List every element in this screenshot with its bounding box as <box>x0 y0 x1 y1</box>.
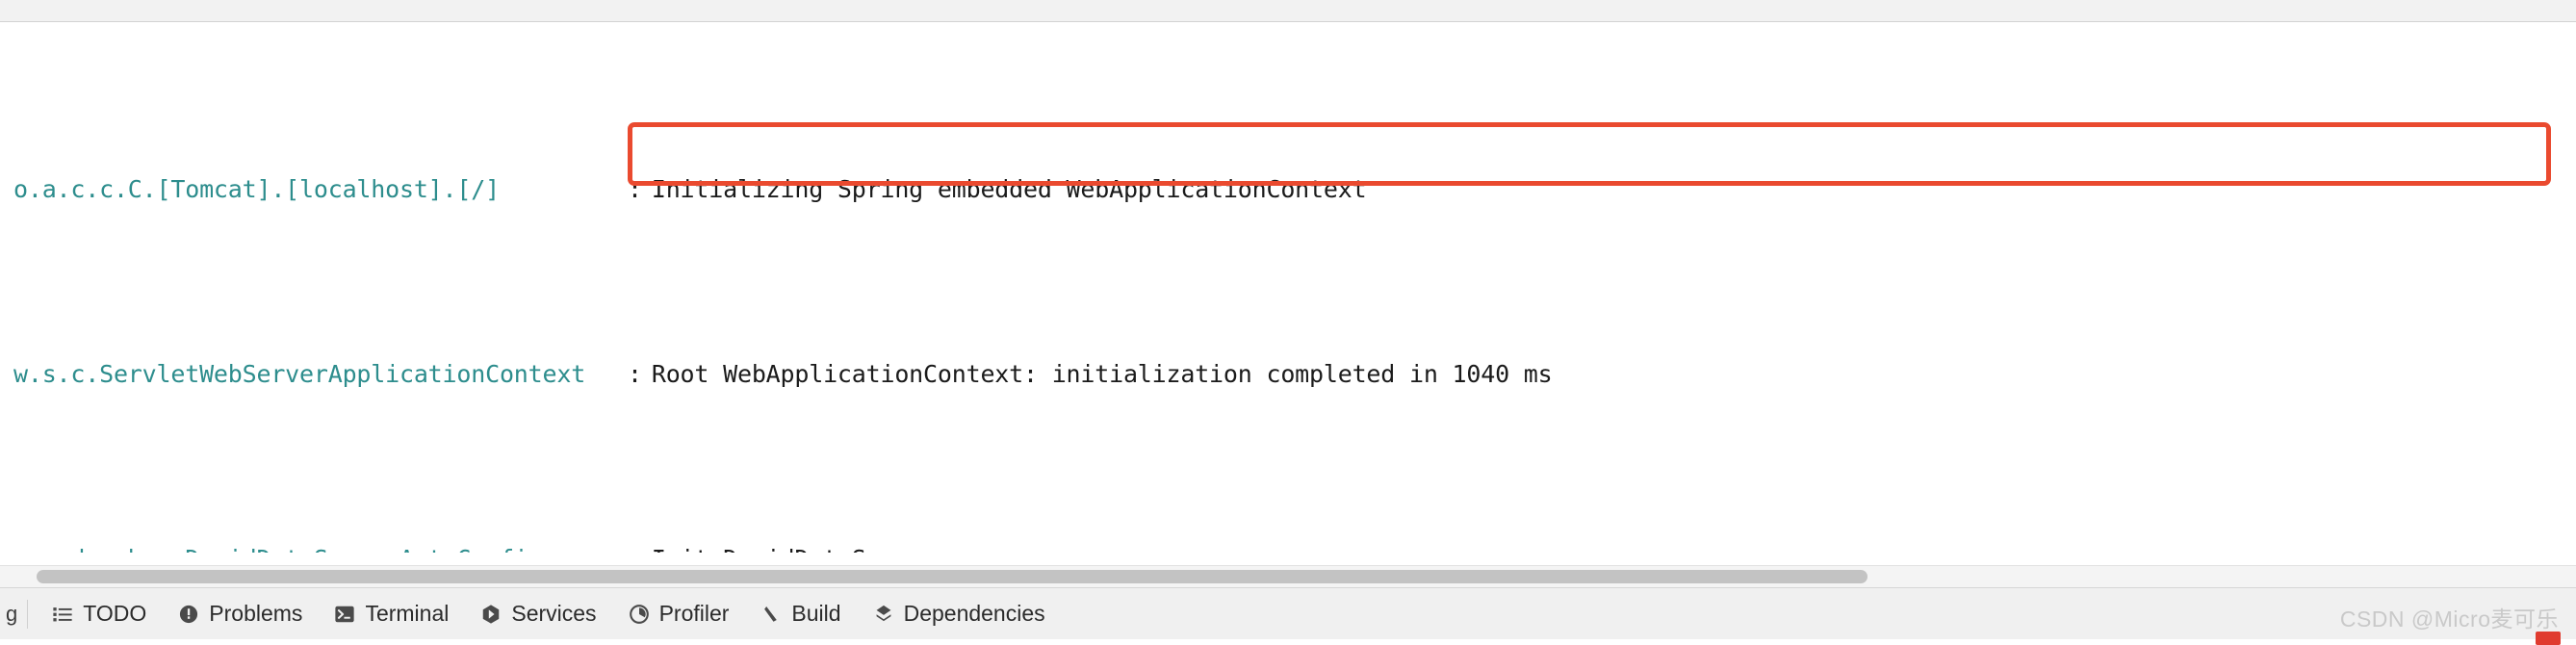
console-bottom-clip <box>0 553 2576 565</box>
watermark-text: CSDN @Micro麦可乐 <box>2339 606 2559 632</box>
log-logger-name: o.a.c.c.C.[Tomcat].[localhost].[/] <box>13 175 500 203</box>
tool-window-button-todo[interactable]: TODO <box>36 599 162 630</box>
tool-window-label: Services <box>511 601 597 626</box>
services-icon <box>479 603 502 626</box>
console-top-strip <box>0 0 2576 22</box>
log-message: Initializing Spring embedded WebApplicat… <box>651 175 1367 203</box>
dependencies-icon <box>872 603 895 626</box>
log-separator: : <box>628 360 642 388</box>
tool-window-bar-divider <box>27 599 29 629</box>
build-icon <box>760 603 783 626</box>
log-line: w.s.c.ServletWebServerApplicationContext… <box>0 351 2576 398</box>
tool-window-button-profiler[interactable]: Profiler <box>612 599 745 630</box>
todo-list-icon <box>51 603 74 626</box>
tool-window-label: TODO <box>83 601 147 626</box>
tool-window-bar: g TODO Problems Terminal Services Profil… <box>0 587 2576 645</box>
log-line: o.a.c.c.C.[Tomcat].[localhost].[/] : Ini… <box>0 167 2576 213</box>
tool-window-label: Build <box>791 601 841 626</box>
problems-icon <box>177 603 200 626</box>
profiler-icon <box>628 603 651 626</box>
tool-window-label: Profiler <box>658 601 730 626</box>
horizontal-scrollbar[interactable] <box>0 565 2576 587</box>
corner-red-marker <box>2536 632 2561 645</box>
horizontal-scrollbar-thumb[interactable] <box>37 570 1868 583</box>
tool-window-label: Dependencies <box>903 601 1045 626</box>
log-message: Root WebApplicationContext: initializati… <box>651 360 1553 388</box>
tool-window-button-services[interactable]: Services <box>464 599 611 630</box>
tool-window-bar-left-stub: g <box>6 601 18 626</box>
tool-window-button-terminal[interactable]: Terminal <box>318 599 464 630</box>
log-line-list: o.a.c.c.C.[Tomcat].[localhost].[/] : Ini… <box>0 28 2576 565</box>
log-separator: : <box>628 175 642 203</box>
tool-window-button-build[interactable]: Build <box>744 599 856 630</box>
console-window: o.a.c.c.C.[Tomcat].[localhost].[/] : Ini… <box>0 0 2576 645</box>
terminal-icon <box>333 603 356 626</box>
tool-window-button-dependencies[interactable]: Dependencies <box>857 599 1061 630</box>
run-console-output[interactable]: o.a.c.c.C.[Tomcat].[localhost].[/] : Ini… <box>0 22 2576 565</box>
log-logger-name: w.s.c.ServletWebServerApplicationContext <box>13 360 586 388</box>
tool-window-label: Terminal <box>365 601 450 626</box>
tool-window-button-problems[interactable]: Problems <box>162 599 318 630</box>
tool-window-label: Problems <box>209 601 303 626</box>
